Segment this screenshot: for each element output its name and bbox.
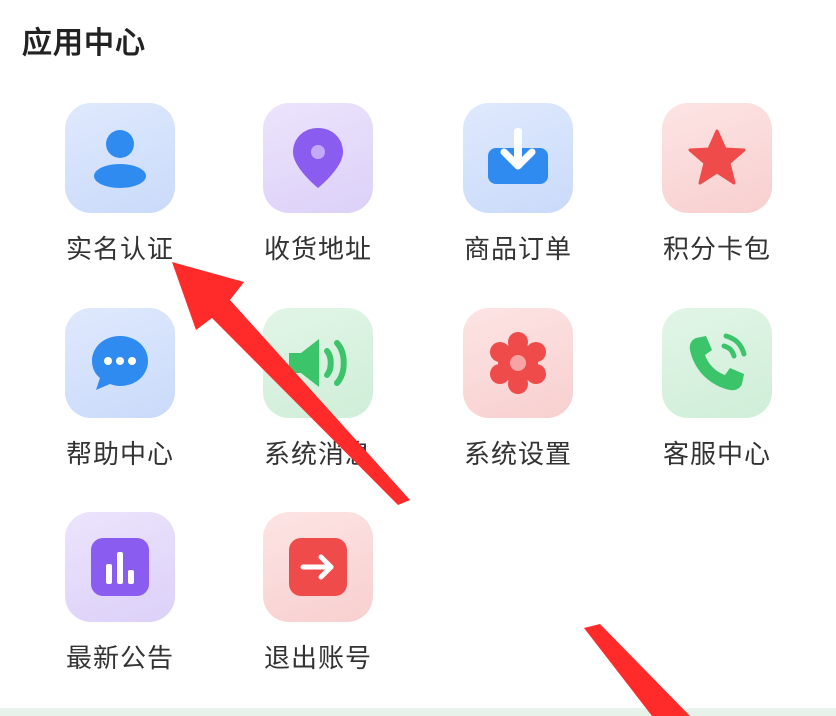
- app-label: 积分卡包: [662, 235, 771, 265]
- app-system-settings[interactable]: 系统设置: [443, 308, 593, 493]
- app-log-out[interactable]: 退出账号: [243, 512, 393, 697]
- exit-arrow-icon: [289, 538, 347, 596]
- app-customer-service[interactable]: 客服中心: [642, 308, 792, 493]
- app-grid: 实名认证 收货地址 商品订单 积分卡包 帮助中心 系统消息 系统设置 客服中心 …: [0, 0, 836, 716]
- speaker-icon: [289, 339, 347, 387]
- app-system-messages[interactable]: 系统消息: [243, 308, 393, 493]
- app-label: 系统设置: [463, 440, 572, 470]
- app-points-wallet[interactable]: 积分卡包: [642, 103, 792, 288]
- bottom-edge: [0, 708, 836, 716]
- app-real-name-auth[interactable]: 实名认证: [45, 103, 195, 288]
- app-help-center[interactable]: 帮助中心: [45, 308, 195, 493]
- app-product-orders[interactable]: 商品订单: [443, 103, 593, 288]
- app-tile[interactable]: [662, 308, 772, 418]
- app-tile[interactable]: [65, 512, 175, 622]
- app-tile[interactable]: [263, 308, 373, 418]
- app-tile[interactable]: [263, 103, 373, 213]
- app-tile[interactable]: [463, 308, 573, 418]
- app-label: 商品订单: [463, 235, 572, 265]
- location-pin-icon: [293, 128, 343, 188]
- app-tile[interactable]: [263, 512, 373, 622]
- app-label: 收货地址: [263, 235, 372, 265]
- chat-bubble-icon: [92, 336, 148, 390]
- app-shipping-address[interactable]: 收货地址: [243, 103, 393, 288]
- phone-icon: [689, 333, 747, 391]
- app-tile[interactable]: [662, 103, 772, 213]
- user-icon: [94, 130, 146, 188]
- app-tile[interactable]: [65, 103, 175, 213]
- app-label: 实名认证: [65, 235, 174, 265]
- app-label: 最新公告: [65, 644, 174, 674]
- app-tile[interactable]: [463, 103, 573, 213]
- bar-chart-icon: [91, 538, 149, 596]
- gear-icon: [490, 332, 546, 394]
- app-label: 系统消息: [263, 440, 372, 470]
- app-label: 退出账号: [263, 644, 372, 674]
- star-icon: [688, 129, 746, 185]
- app-label: 客服中心: [662, 440, 771, 470]
- app-label: 帮助中心: [65, 440, 174, 470]
- app-tile[interactable]: [65, 308, 175, 418]
- app-latest-announcements[interactable]: 最新公告: [45, 512, 195, 697]
- download-tray-icon: [488, 128, 548, 184]
- app-center-page: 应用中心 实名认证 收货地址 商品订单 积分卡包 帮助中心 系统消息 系统设置 …: [0, 0, 836, 716]
